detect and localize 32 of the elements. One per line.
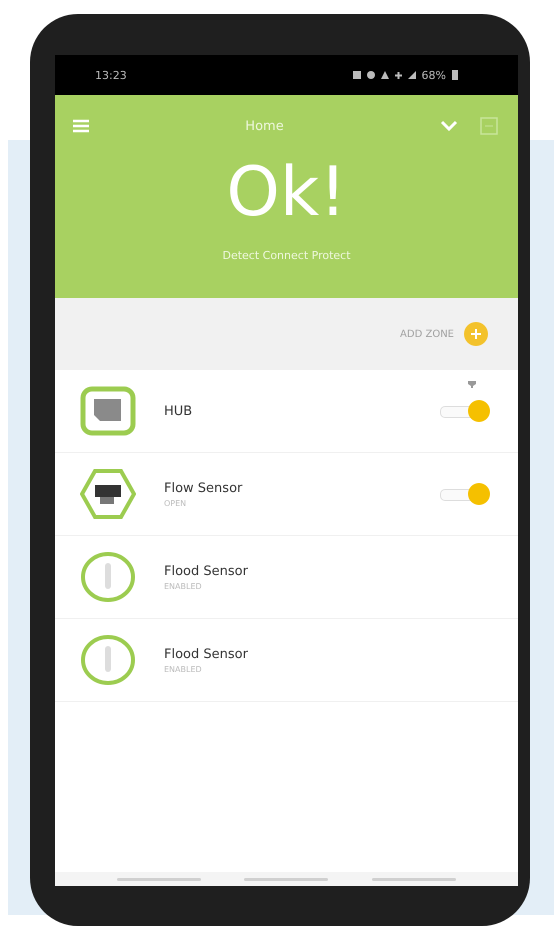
toggle-switch[interactable] — [438, 400, 490, 422]
device-row[interactable]: HUB — [55, 370, 518, 453]
add-zone-label: ADD ZONE — [400, 328, 454, 340]
clock: 13:23 — [95, 68, 127, 82]
device-name: Flood Sensor — [164, 564, 249, 578]
device-state: ENABLED — [164, 664, 203, 674]
status-heading: Ok! — [226, 159, 347, 227]
device-row[interactable]: Flood Sensor ENABLED — [55, 536, 518, 619]
nav-handle[interactable] — [244, 878, 328, 880]
battery-icon — [452, 70, 458, 80]
flow-sensor-icon — [80, 468, 136, 520]
hub-icon — [80, 386, 136, 436]
device-state: ENABLED — [164, 582, 203, 590]
chevron-down-icon[interactable] — [440, 120, 458, 132]
plus-icon — [471, 329, 481, 339]
tagline: Detect Connect Protect — [222, 249, 351, 262]
battery-level: 68% — [422, 68, 446, 82]
scan-icon[interactable] — [480, 117, 498, 135]
nav-handle[interactable] — [116, 878, 201, 880]
device-name: HUB — [164, 404, 194, 418]
screen-title: Home — [245, 118, 284, 134]
device-row[interactable]: Flood Sensor ENABLED — [55, 619, 518, 702]
device-state: OPEN — [164, 498, 188, 508]
toggle-switch[interactable] — [438, 483, 490, 505]
nav-handle[interactable] — [372, 878, 456, 880]
device-row[interactable]: Flow Sensor OPEN — [55, 453, 518, 536]
device-name: Flood Sensor — [164, 646, 249, 662]
menu-button[interactable] — [73, 119, 89, 133]
flood-sensor-icon — [80, 551, 136, 603]
flood-sensor-icon — [80, 634, 136, 686]
device-name: Flow Sensor — [164, 480, 244, 496]
add-zone-button[interactable] — [464, 322, 488, 346]
